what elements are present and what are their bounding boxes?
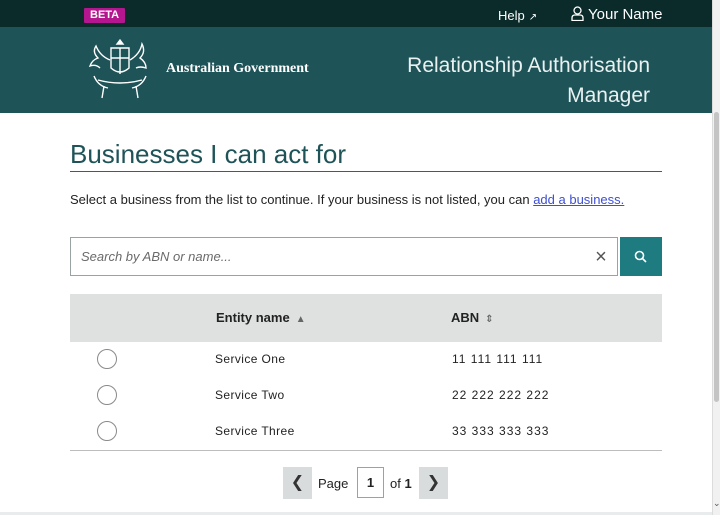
abn-cell: 11 111 111 111 — [452, 352, 544, 366]
table-row[interactable]: Service Two 22 222 222 222 — [70, 378, 662, 415]
external-link-icon: ↗ — [528, 12, 538, 23]
search-icon — [634, 250, 647, 263]
beta-badge: BETA — [84, 8, 126, 23]
coat-of-arms-logo — [88, 38, 147, 99]
abn-cell: 22 222 222 222 — [452, 388, 550, 402]
page-label: Page — [318, 476, 349, 491]
column-label: Entity name — [216, 310, 290, 325]
page-total: of 1 — [390, 476, 412, 491]
intro-sentence: Select a business from the list to conti… — [70, 192, 530, 207]
search-input[interactable] — [70, 237, 618, 276]
current-page-input[interactable]: 1 — [357, 467, 384, 498]
user-name: Your Name — [588, 6, 663, 23]
government-wordmark: Australian Government — [166, 61, 309, 76]
next-page-button[interactable]: ❯ — [419, 467, 448, 499]
add-business-link[interactable]: add a business. — [533, 192, 624, 207]
title-divider — [70, 171, 662, 172]
chevron-left-icon: ❮ — [290, 474, 305, 491]
clear-search-icon[interactable]: × — [591, 246, 611, 268]
scroll-down-arrow-icon[interactable]: ⌄ — [713, 498, 720, 509]
entity-name-cell: Service Two — [215, 388, 285, 402]
app-title-line-1: Relationship Authorisation — [407, 54, 650, 77]
abn-cell: 33 333 333 333 — [452, 424, 550, 438]
site-header: Australian Government Relationship Autho… — [0, 27, 712, 113]
sort-both-icon: ⇕ — [485, 314, 494, 325]
user-menu[interactable]: Your Name — [571, 6, 663, 23]
row-radio-button[interactable] — [97, 385, 117, 405]
chevron-right-icon: ❯ — [426, 474, 441, 491]
column-label: ABN — [451, 310, 480, 325]
table-header: Entity name ▲ ABN ⇕ — [70, 294, 662, 342]
table-row[interactable]: Service One 11 111 111 111 — [70, 342, 662, 379]
intro-text: Select a business from the list to conti… — [70, 190, 660, 209]
app-title[interactable]: Relationship Authorisation Manager — [350, 51, 650, 111]
help-label: Help — [498, 8, 525, 23]
previous-page-button[interactable]: ❮ — [283, 467, 312, 499]
search-button[interactable] — [620, 237, 662, 276]
scrollbar-thumb[interactable] — [714, 112, 719, 402]
top-utility-bar: BETA Help ↗ Your Name — [0, 0, 712, 27]
sort-ascending-icon: ▲ — [295, 314, 306, 325]
help-link[interactable]: Help ↗ — [498, 8, 537, 23]
row-radio-button[interactable] — [97, 421, 117, 441]
page-title: Businesses I can act for — [70, 139, 347, 169]
person-icon — [571, 6, 584, 21]
entity-name-cell: Service One — [215, 352, 286, 366]
total-pages: 1 — [404, 476, 412, 491]
table-row[interactable]: Service Three 33 333 333 333 — [70, 414, 662, 451]
entity-name-cell: Service Three — [215, 424, 295, 438]
column-header-abn[interactable]: ABN ⇕ — [451, 310, 494, 325]
app-title-line-2: Manager — [567, 84, 650, 107]
column-header-entity-name[interactable]: Entity name ▲ — [216, 310, 306, 325]
of-label: of — [390, 476, 401, 491]
row-radio-button[interactable] — [97, 349, 117, 369]
page: BETA Help ↗ Your Name Australian Governm… — [0, 0, 720, 515]
